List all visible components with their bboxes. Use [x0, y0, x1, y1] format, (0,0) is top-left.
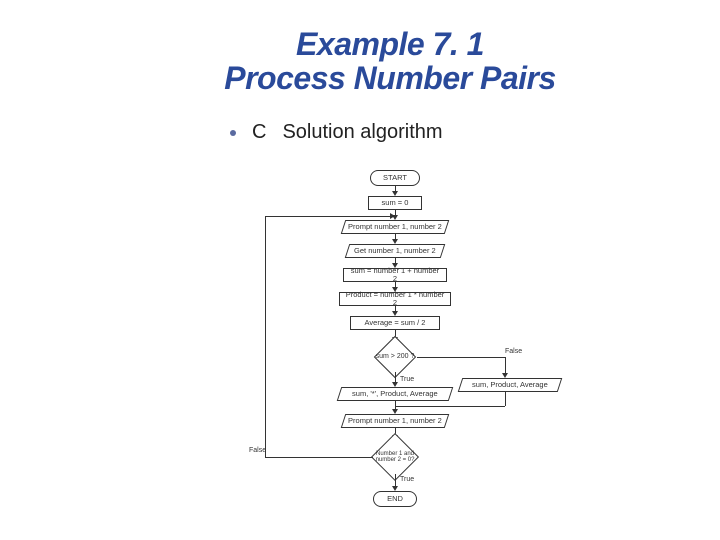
node-print-plain: sum, Product, Average — [458, 378, 563, 392]
label-true-2: True — [400, 476, 414, 483]
node-print-star: sum, '*', Product, Average — [337, 387, 454, 401]
bullet-dot-icon — [230, 130, 236, 136]
label-true-1: True — [400, 376, 414, 383]
bullet-text: Solution algorithm — [282, 121, 442, 144]
node-calc-average: Average = sum / 2 — [350, 316, 440, 330]
node-end: END — [373, 491, 417, 507]
node-calc-product: Product = number 1 * number 2 — [339, 292, 451, 306]
bullet-marker: C — [252, 121, 266, 144]
node-prompt-2: Prompt number 1, number 2 — [341, 414, 450, 428]
node-get: Get number 1, number 2 — [345, 244, 446, 258]
node-init: sum = 0 — [368, 196, 422, 210]
flowchart: START sum = 0 Prompt number 1, number 2 … — [255, 170, 585, 530]
node-calc-sum: sum = number 1 + number 2 — [343, 268, 447, 282]
node-start: START — [370, 170, 420, 186]
node-decision-sum: sum > 200 ? — [373, 342, 417, 372]
node-decision-zero: Number 1 and number 2 = 0? — [370, 440, 420, 474]
bullet-item: C Solution algorithm — [230, 121, 720, 144]
title-line-2: Process Number Pairs — [120, 62, 660, 96]
title-line-1: Example 7. 1 — [120, 28, 660, 62]
label-false-2: False — [249, 447, 266, 454]
node-prompt: Prompt number 1, number 2 — [341, 220, 450, 234]
label-false-1: False — [505, 348, 522, 355]
